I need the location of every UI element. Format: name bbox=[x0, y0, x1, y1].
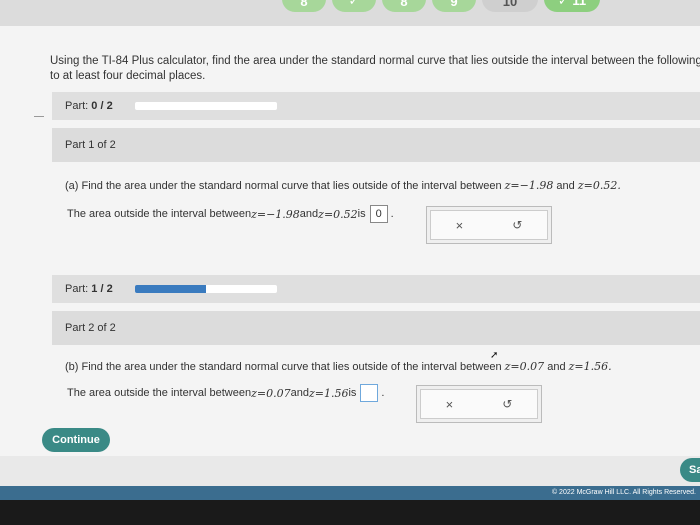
z-value-2: z=1.56. bbox=[568, 360, 612, 373]
progress-label: Part: bbox=[65, 100, 89, 112]
answer-z-2: z=0.52 bbox=[318, 207, 358, 221]
question-text: (a) Find the area under the standard nor… bbox=[65, 180, 505, 192]
divider bbox=[34, 116, 44, 117]
answer-and: and bbox=[290, 387, 309, 399]
save-button[interactable]: Sa bbox=[680, 458, 700, 482]
part-a-answer-input[interactable]: 0 bbox=[369, 205, 388, 223]
answer-z-2: z=1.56 bbox=[308, 386, 349, 400]
part-a-progress-bar: Part: 0 / 2 bbox=[52, 92, 700, 120]
question-content: Using the TI-84 Plus calculator, find th… bbox=[0, 26, 700, 456]
z-value-1: z=−1.98 bbox=[504, 179, 554, 192]
part-b-question: (b) Find the area under the standard nor… bbox=[65, 360, 612, 373]
part-b-header: Part 2 of 2 bbox=[52, 311, 700, 345]
instruction-line-2: to at least four decimal places. bbox=[50, 70, 206, 82]
footer-copyright: © 2022 McGraw Hill LLC. All Rights Reser… bbox=[0, 486, 700, 500]
part-b-progress-track bbox=[135, 285, 277, 293]
continue-button[interactable]: Continue bbox=[42, 428, 110, 452]
part-a-progress-label: Part: 0 / 2 bbox=[65, 100, 135, 112]
question-pill-10[interactable]: 10 bbox=[482, 0, 538, 12]
answer-is: is bbox=[348, 387, 357, 399]
instruction-text: Using the TI-84 Plus calculator, find th… bbox=[50, 54, 700, 84]
answer-period: . bbox=[381, 387, 385, 399]
part-a-header-label: Part 1 of 2 bbox=[65, 139, 116, 151]
answer-text: The area outside the interval between bbox=[67, 208, 252, 220]
mouse-cursor-icon: ➚ bbox=[490, 350, 499, 361]
instruction-line-1: Using the TI-84 Plus calculator, find th… bbox=[50, 55, 700, 67]
question-pills: 8 ✓ 8 9 10 ✓ 11 bbox=[282, 0, 600, 12]
part-a-action-inner: × ↺ bbox=[430, 210, 548, 240]
part-a-progress-track bbox=[135, 102, 277, 110]
progress-value: 1 / 2 bbox=[91, 283, 113, 295]
question-pill-8b[interactable]: 8 bbox=[382, 0, 426, 12]
part-b-action-box: × ↺ bbox=[416, 385, 542, 423]
part-b-header-label: Part 2 of 2 bbox=[65, 322, 116, 334]
answer-and: and bbox=[299, 208, 319, 220]
part-a-question: (a) Find the area under the standard nor… bbox=[65, 179, 621, 192]
part-b-undo-icon[interactable]: ↺ bbox=[502, 397, 512, 411]
z-value-2: z=0.52. bbox=[577, 179, 621, 192]
part-b-answer-row: The area outside the interval between z=… bbox=[67, 384, 384, 402]
part-a-clear-button[interactable]: × bbox=[456, 218, 464, 233]
answer-is: is bbox=[357, 208, 366, 220]
progress-label: Part: bbox=[65, 283, 89, 295]
part-a-header: Part 1 of 2 bbox=[52, 128, 700, 162]
question-pill-9[interactable]: 9 bbox=[432, 0, 476, 12]
question-pill-check[interactable]: ✓ bbox=[332, 0, 376, 12]
part-b-progress-fill bbox=[135, 285, 206, 293]
question-and: and bbox=[553, 180, 578, 192]
part-b-progress-label: Part: 1 / 2 bbox=[65, 283, 135, 295]
part-a-action-box: × ↺ bbox=[426, 206, 552, 244]
part-b-progress-bar: Part: 1 / 2 bbox=[52, 275, 700, 303]
answer-z-1: z=−1.98 bbox=[251, 207, 300, 221]
part-a-answer-row: The area outside the interval between z=… bbox=[67, 205, 394, 223]
question-text: (b) Find the area under the standard nor… bbox=[65, 361, 505, 373]
z-value-1: z=0.07 bbox=[504, 360, 545, 373]
part-b-action-inner: × ↺ bbox=[420, 389, 538, 419]
answer-period: . bbox=[390, 208, 394, 220]
screen-bezel bbox=[0, 500, 700, 525]
part-a-undo-icon[interactable]: ↺ bbox=[512, 218, 522, 232]
part-b-clear-button[interactable]: × bbox=[446, 397, 454, 412]
question-pill-8[interactable]: 8 bbox=[282, 0, 326, 12]
answer-z-1: z=0.07 bbox=[251, 386, 291, 400]
question-pill-11[interactable]: ✓ 11 bbox=[544, 0, 600, 12]
answer-text: The area outside the interval between bbox=[67, 387, 252, 399]
part-b-answer-input[interactable] bbox=[360, 384, 379, 402]
progress-value: 0 / 2 bbox=[91, 100, 113, 112]
question-nav-strip: 8 ✓ 8 9 10 ✓ 11 bbox=[0, 0, 700, 26]
question-and: and bbox=[544, 361, 569, 373]
